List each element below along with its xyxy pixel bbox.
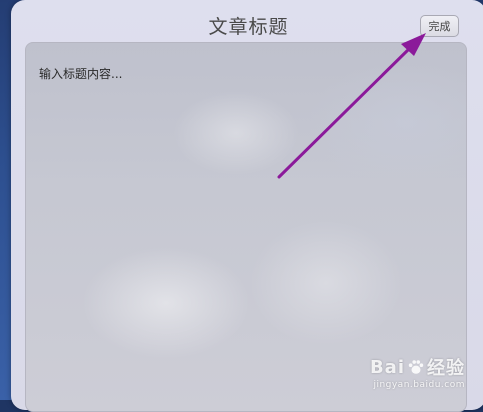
title-edit-sheet: 文章标题 完成 输入标题内容... [11,0,483,410]
content-placeholder: 输入标题内容... [39,65,122,82]
baidu-jingyan-watermark: Bai 经验 jingyan.baidu.com [370,354,465,390]
watermark-site: jingyan.baidu.com [370,380,465,390]
sheet-title: 文章标题 [11,12,483,39]
watermark-brand-left: Bai [370,357,405,378]
watermark-brand-right: 经验 [427,354,465,380]
done-button[interactable]: 完成 [420,15,459,37]
paw-icon [407,358,425,376]
